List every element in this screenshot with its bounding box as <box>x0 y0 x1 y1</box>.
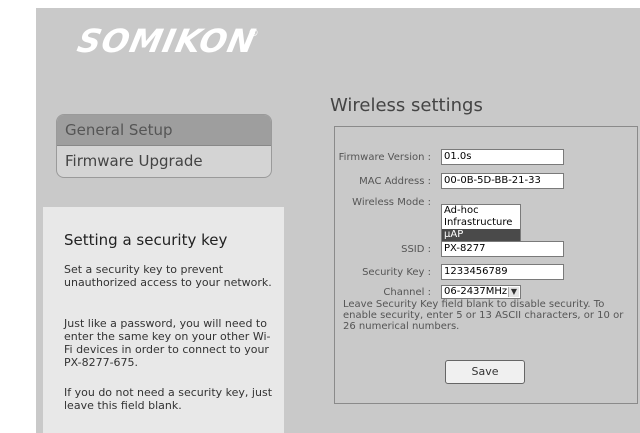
menu-item-general-setup[interactable]: General Setup <box>57 115 271 146</box>
help-panel: Setting a security key Set a security ke… <box>43 207 284 433</box>
firmware-version-field[interactable]: 01.0s <box>441 149 564 165</box>
channel-select[interactable]: 06-2437MHz ▼ <box>441 285 521 299</box>
security-key-label: Security Key : <box>362 267 431 278</box>
side-menu: General Setup Firmware Upgrade <box>56 114 272 178</box>
help-title: Setting a security key <box>64 231 228 249</box>
wireless-settings-form: Firmware Version : 01.0s MAC Address : 0… <box>334 126 638 404</box>
wireless-mode-listbox[interactable]: Ad-hoc Infrastructure µAP <box>441 204 521 244</box>
wireless-mode-option-adhoc[interactable]: Ad-hoc <box>442 205 520 217</box>
page-title: Wireless settings <box>330 95 483 116</box>
help-paragraph-1: Set a security key to prevent unauthoriz… <box>64 263 272 289</box>
ssid-label: SSID : <box>401 244 431 255</box>
channel-label: Channel : <box>383 287 431 298</box>
help-paragraph-2: Just like a password, you will need to e… <box>64 317 271 369</box>
security-note: Leave Security Key field blank to disabl… <box>343 299 624 332</box>
mac-address-label: MAC Address : <box>359 176 431 187</box>
brand-logo: SOMIKON <box>74 22 260 60</box>
channel-select-value: 06-2437MHz <box>444 286 508 297</box>
menu-item-firmware-upgrade[interactable]: Firmware Upgrade <box>57 146 271 176</box>
firmware-version-label: Firmware Version : <box>338 152 431 163</box>
help-paragraph-3: If you do not need a security key, just … <box>64 386 273 412</box>
wireless-mode-option-uap[interactable]: µAP <box>442 229 520 241</box>
security-key-field[interactable]: 1233456789 <box>441 264 564 280</box>
registered-mark: ® <box>248 26 259 39</box>
ssid-field[interactable]: PX-8277 <box>441 241 564 257</box>
mac-address-field[interactable]: 00-0B-5D-BB-21-33 <box>441 173 564 189</box>
chevron-down-icon[interactable]: ▼ <box>508 287 519 297</box>
save-button[interactable]: Save <box>445 360 525 384</box>
wireless-mode-option-infrastructure[interactable]: Infrastructure <box>442 217 520 229</box>
wireless-mode-label: Wireless Mode : <box>352 197 431 208</box>
